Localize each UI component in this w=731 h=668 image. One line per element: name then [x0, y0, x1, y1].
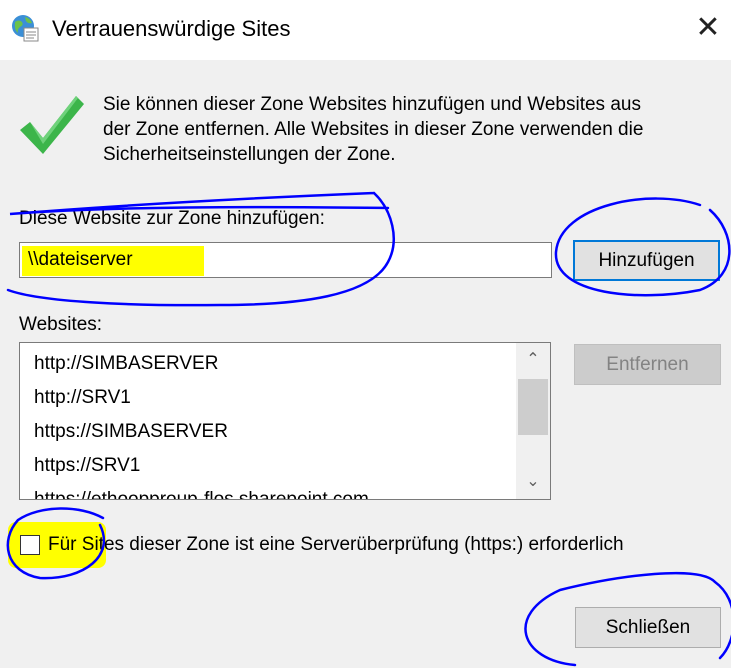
add-button[interactable]: Hinzufügen	[573, 240, 720, 281]
intro-description: Sie können dieser Zone Websites hinzufüg…	[103, 94, 644, 165]
list-item[interactable]: http://SIMBASERVER	[34, 351, 218, 377]
https-required-checkbox[interactable]	[20, 535, 40, 555]
close-icon[interactable]: ✕	[688, 8, 728, 48]
scroll-up-icon[interactable]: ⌃	[516, 343, 550, 377]
list-item[interactable]: http://SRV1	[34, 385, 131, 411]
globe-icon	[12, 15, 39, 42]
checkmark-icon	[20, 96, 84, 154]
list-item[interactable]: https://SRV1	[34, 453, 140, 479]
close-button[interactable]: Schließen	[575, 607, 721, 648]
window-title: Vertrauenswürdige Sites	[52, 16, 291, 41]
scroll-down-icon[interactable]: ⌄	[516, 465, 550, 499]
https-required-label[interactable]: Für Sites dieser Zone ist eine Serverübe…	[48, 532, 624, 558]
list-item[interactable]: https://SIMBASERVER	[34, 419, 228, 445]
websites-label: Websites:	[19, 314, 103, 335]
add-website-label: Diese Website zur Zone hinzufügen:	[19, 208, 325, 229]
input-highlight	[22, 246, 204, 276]
scroll-thumb[interactable]	[518, 379, 548, 435]
remove-button[interactable]: Entfernen	[574, 344, 721, 385]
list-item[interactable]: https://ethoopproup-flos.sharepoint.com	[34, 487, 369, 499]
websites-list[interactable]: http://SIMBASERVER http://SRV1 https://S…	[19, 342, 551, 500]
